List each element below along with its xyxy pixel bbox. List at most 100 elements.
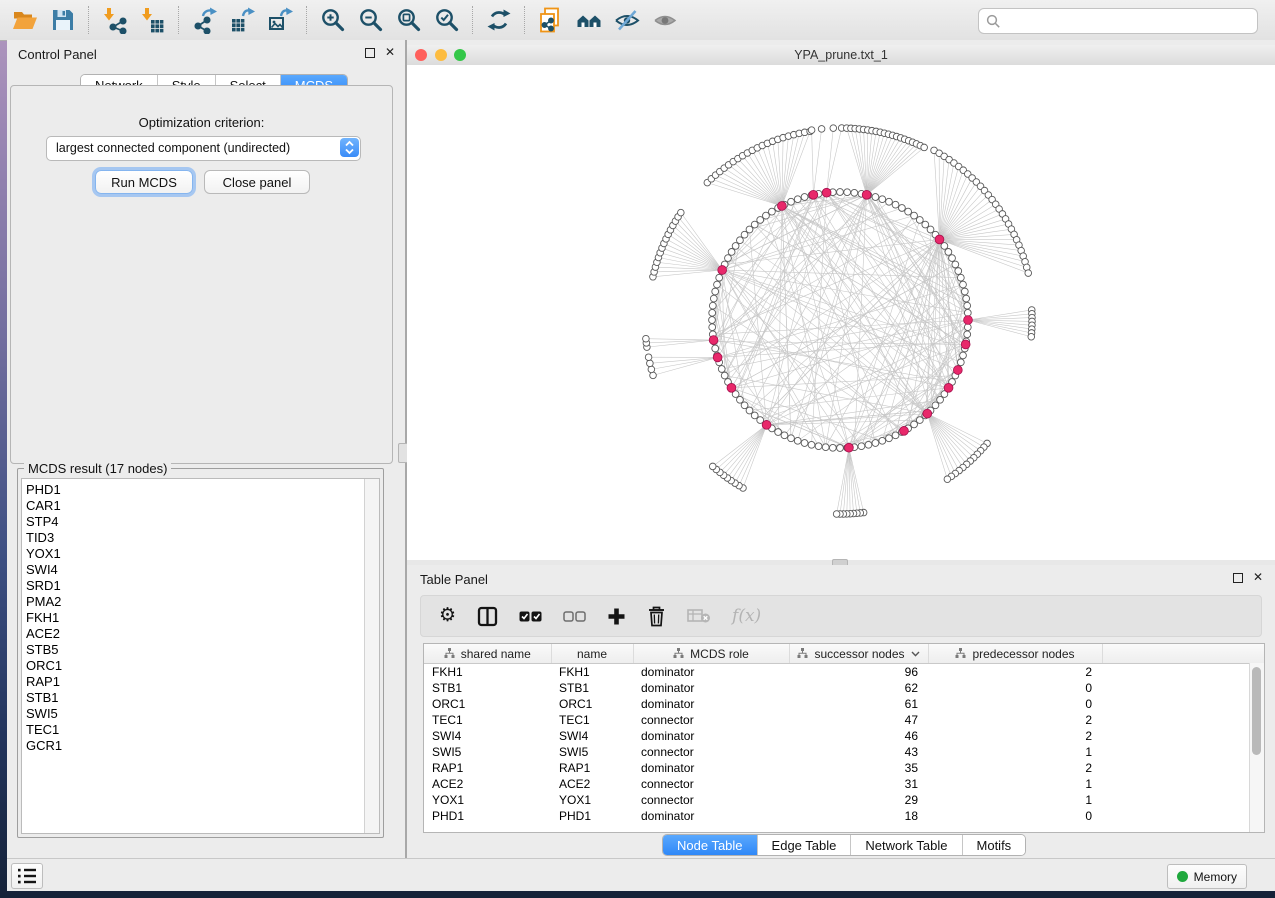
table-settings-button[interactable]: ⚙: [439, 606, 456, 626]
table-row[interactable]: TEC1TEC1connector472: [424, 712, 1264, 728]
float-panel-icon[interactable]: [365, 48, 375, 58]
run-mcds-button[interactable]: Run MCDS: [95, 170, 193, 194]
add-column-button[interactable]: [607, 607, 626, 626]
table-row[interactable]: SWI5SWI5connector431: [424, 744, 1264, 760]
mcds-result-item[interactable]: FKH1: [26, 610, 364, 626]
table-scrollbar-thumb[interactable]: [1252, 667, 1261, 755]
delete-table-button[interactable]: [687, 608, 711, 624]
mcds-result-item[interactable]: ACE2: [26, 626, 364, 642]
memory-status-icon: [1177, 871, 1188, 882]
column-label: shared name: [461, 647, 531, 661]
mcds-result-item[interactable]: RAP1: [26, 674, 364, 690]
mcds-result-item[interactable]: SWI5: [26, 706, 364, 722]
clone-network-button[interactable]: [532, 4, 570, 36]
mcds-result-item[interactable]: CAR1: [26, 498, 364, 514]
mcds-result-item[interactable]: STB1: [26, 690, 364, 706]
column-header-successor-nodes[interactable]: successor nodes: [789, 644, 928, 664]
table-row[interactable]: ACE2ACE2connector311: [424, 776, 1264, 792]
tab-motifs[interactable]: Motifs: [962, 835, 1026, 855]
export-table-icon: [229, 6, 257, 34]
close-panel-icon[interactable]: ✕: [385, 47, 395, 58]
hide-eye-icon: [613, 6, 641, 34]
network-window-titlebar: YPA_prune.txt_1: [407, 45, 1275, 66]
fx-icon: f(x): [732, 606, 761, 626]
save-button[interactable]: [44, 4, 82, 36]
zoom-out-icon: [357, 6, 385, 34]
mcds-result-item[interactable]: SWI4: [26, 562, 364, 578]
import-network-button[interactable]: [96, 4, 134, 36]
table-row[interactable]: FKH1FKH1dominator962: [424, 664, 1264, 681]
table-panel: Table Panel ✕ ⚙: [407, 565, 1275, 858]
column-header-name[interactable]: name: [551, 644, 633, 664]
export-table-button[interactable]: [224, 4, 262, 36]
mcds-result-item[interactable]: TEC1: [26, 722, 364, 738]
toolbar-separator: [524, 6, 526, 34]
network-graph: [407, 65, 1275, 560]
status-bar: Memory: [7, 858, 1275, 891]
search-input[interactable]: [1005, 10, 1253, 32]
column-header-predecessor-nodes[interactable]: predecessor nodes: [928, 644, 1102, 664]
mcds-result-group: MCDS result (17 nodes) PHD1CAR1STP4TID3Y…: [17, 468, 384, 838]
mcds-result-item[interactable]: SRD1: [26, 578, 364, 594]
table-row[interactable]: PHD1PHD1dominator180: [424, 808, 1264, 824]
mcds-result-item[interactable]: PMA2: [26, 594, 364, 610]
first-neighbors-button[interactable]: [570, 4, 608, 36]
export-image-button[interactable]: [262, 4, 300, 36]
zoom-in-button[interactable]: [314, 4, 352, 36]
mcds-result-item[interactable]: TID3: [26, 530, 364, 546]
refresh-button[interactable]: [480, 4, 518, 36]
task-history-button[interactable]: [11, 863, 43, 889]
mcds-result-item[interactable]: YOX1: [26, 546, 364, 562]
function-builder-button[interactable]: f(x): [732, 606, 761, 626]
mcds-result-item[interactable]: PHD1: [26, 482, 364, 498]
column-header-shared-name[interactable]: shared name: [424, 644, 551, 664]
import-table-button[interactable]: [134, 4, 172, 36]
control-panel-titlebar: Control Panel ✕: [7, 40, 405, 68]
close-panel-button[interactable]: Close panel: [204, 170, 310, 194]
save-icon: [49, 6, 77, 34]
tab-network-table[interactable]: Network Table: [850, 835, 961, 855]
mcds-result-item[interactable]: STB5: [26, 642, 364, 658]
hide-selected-button[interactable]: [608, 4, 646, 36]
zoom-out-button[interactable]: [352, 4, 390, 36]
table-panel-title: Table Panel: [420, 572, 488, 587]
mcds-result-item[interactable]: GCR1: [26, 738, 364, 754]
table-row[interactable]: YOX1YOX1connector291: [424, 792, 1264, 808]
table-row[interactable]: RAP1RAP1dominator352: [424, 760, 1264, 776]
deselect-all-button[interactable]: [563, 611, 586, 622]
control-panel: Control Panel ✕ NetworkStyleSelectMCDS O…: [7, 40, 405, 858]
split-columns-button[interactable]: [477, 606, 498, 627]
close-panel-icon[interactable]: ✕: [1253, 572, 1263, 583]
plus-icon: [607, 607, 626, 626]
column-label: MCDS role: [690, 647, 749, 661]
zoom-selected-button[interactable]: [428, 4, 466, 36]
mcds-tab-content: Optimization criterion: largest connecte…: [10, 85, 393, 464]
criterion-dropdown[interactable]: largest connected component (undirected): [46, 136, 361, 161]
show-all-button[interactable]: [646, 4, 684, 36]
clone-network-icon: [537, 6, 565, 34]
select-all-button[interactable]: [519, 611, 542, 622]
network-canvas[interactable]: [407, 65, 1275, 560]
table-row[interactable]: ORC1ORC1dominator610: [424, 696, 1264, 712]
open-button[interactable]: [6, 4, 44, 36]
zoom-fit-button[interactable]: [390, 4, 428, 36]
table-row[interactable]: SWI4SWI4dominator462: [424, 728, 1264, 744]
table-scrollbar[interactable]: [1249, 663, 1264, 832]
memory-button[interactable]: Memory: [1167, 864, 1247, 889]
column-label: successor nodes: [814, 647, 904, 661]
delete-table-icon: [687, 608, 711, 624]
delete-column-button[interactable]: [647, 606, 666, 627]
columns-icon: [477, 606, 498, 627]
column-type-icon: [797, 648, 808, 659]
control-panel-title: Control Panel: [18, 47, 97, 62]
mcds-result-item[interactable]: STP4: [26, 514, 364, 530]
tab-node-table[interactable]: Node Table: [663, 835, 757, 855]
sort-chevron-icon: [911, 651, 920, 657]
column-header-MCDS-role[interactable]: MCDS role: [633, 644, 789, 664]
table-row[interactable]: STB1STB1dominator620: [424, 680, 1264, 696]
tab-edge-table[interactable]: Edge Table: [757, 835, 851, 855]
float-panel-icon[interactable]: [1233, 573, 1243, 583]
mcds-result-item[interactable]: ORC1: [26, 658, 364, 674]
export-network-button[interactable]: [186, 4, 224, 36]
mcds-list-scrollbar[interactable]: [364, 479, 379, 833]
